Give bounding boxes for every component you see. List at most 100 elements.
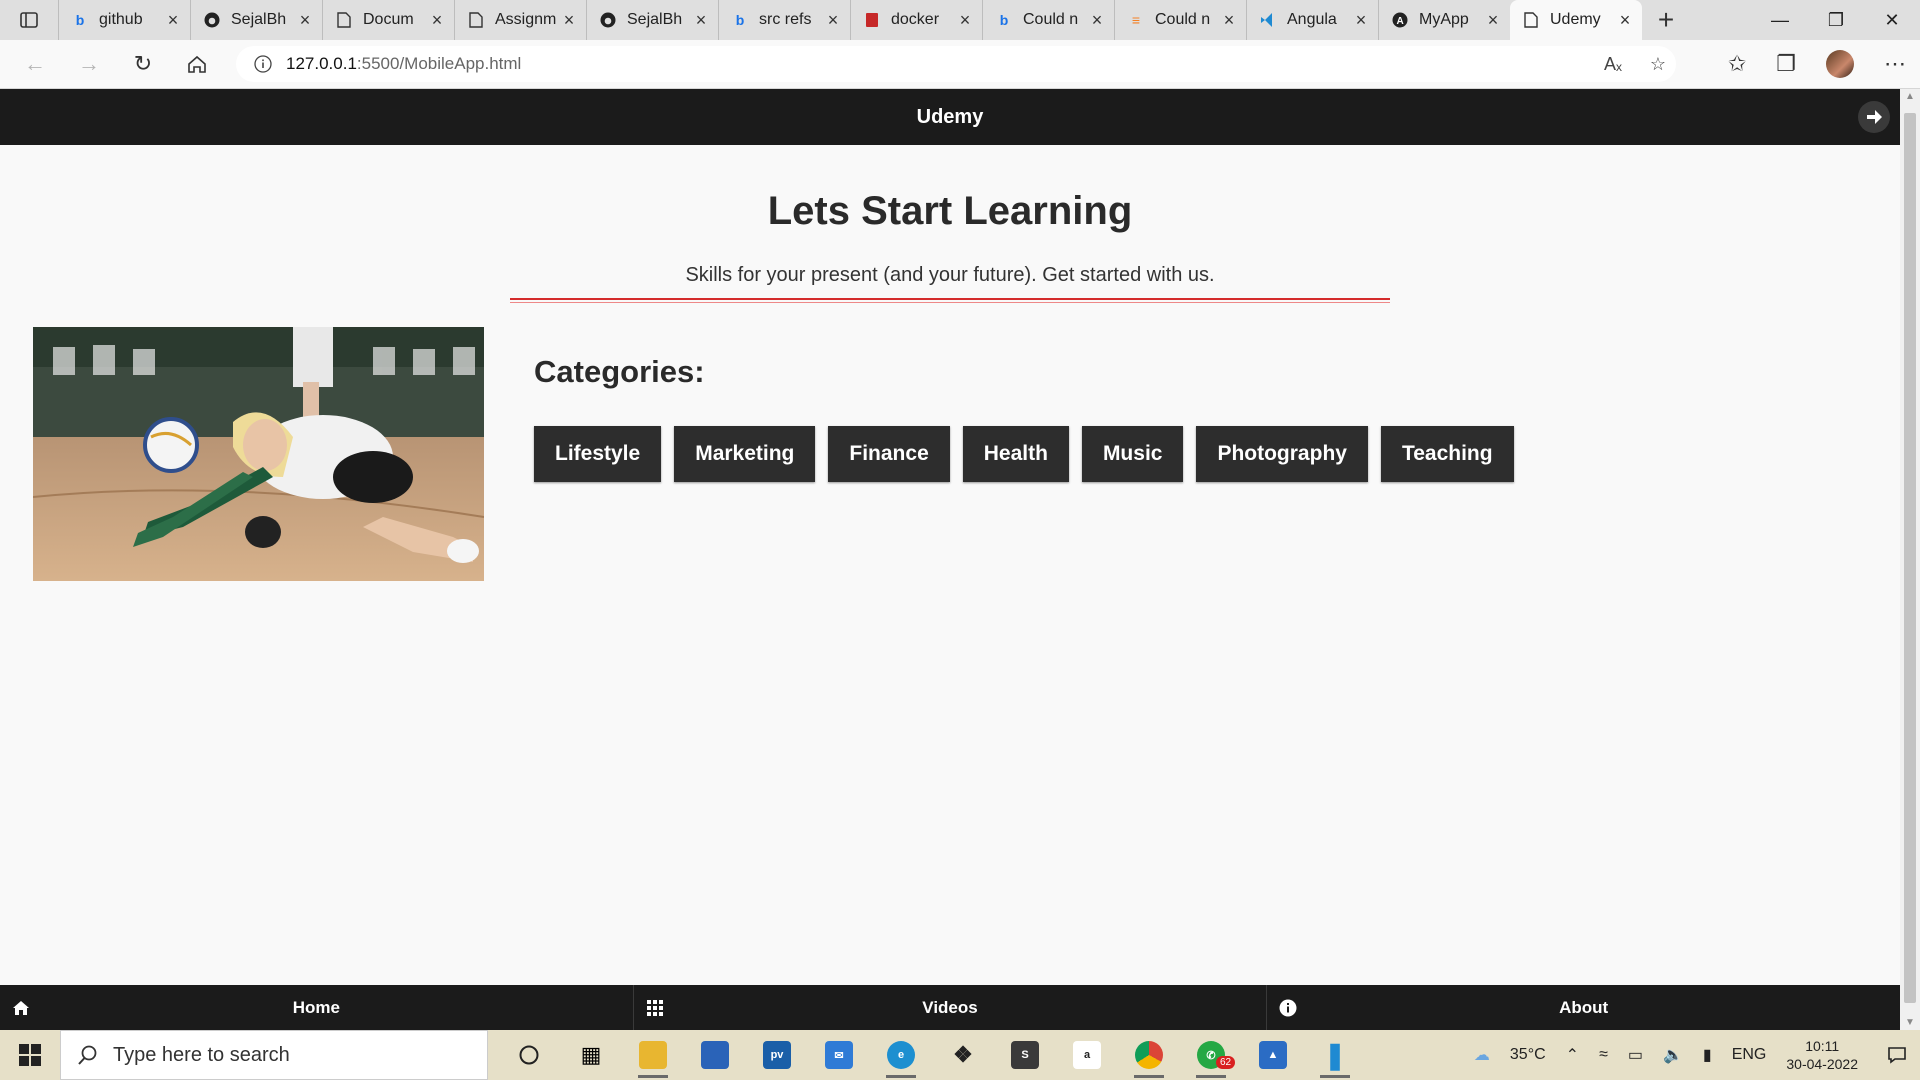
close-tab-icon[interactable]: ×	[956, 10, 974, 31]
home-icon	[10, 997, 32, 1019]
browser-tab[interactable]: b github ×	[58, 0, 190, 40]
close-tab-icon[interactable]: ×	[560, 10, 578, 31]
category-button-teaching[interactable]: Teaching	[1380, 426, 1514, 482]
taskbar-chrome[interactable]	[1118, 1030, 1180, 1080]
close-tab-icon[interactable]: ×	[1616, 10, 1634, 31]
category-button-finance[interactable]: Finance	[828, 426, 950, 482]
add-favorite-icon[interactable]: ☆	[1650, 54, 1666, 75]
taskbar-edge[interactable]: e	[870, 1030, 932, 1080]
favorites-icon[interactable]: ✩	[1728, 51, 1746, 77]
restore-icon[interactable]: ❐	[1808, 0, 1864, 40]
taskbar-whatsapp[interactable]: ✆ 62	[1180, 1030, 1242, 1080]
scroll-thumb[interactable]	[1904, 113, 1916, 1003]
tab-actions-button[interactable]	[0, 0, 58, 40]
battery-icon[interactable]: ▮	[1703, 1045, 1712, 1065]
logout-button[interactable]	[1858, 101, 1890, 133]
more-menu-icon[interactable]: ⋯	[1884, 51, 1906, 77]
url-path: :5500/MobileApp.html	[356, 54, 522, 73]
start-button[interactable]	[0, 1030, 60, 1080]
clock[interactable]: 10:11 30-04-2022	[1786, 1037, 1858, 1073]
taskbar-store[interactable]	[684, 1030, 746, 1080]
taskbar-dropbox[interactable]: ❖	[932, 1030, 994, 1080]
refresh-button[interactable]: ↻	[116, 40, 170, 88]
cortana-icon	[519, 1045, 539, 1065]
category-button-photography[interactable]: Photography	[1196, 426, 1368, 482]
nav-home-label: Home	[292, 997, 340, 1017]
nav-videos[interactable]: Videos	[634, 985, 1268, 1030]
taskbar-mail[interactable]: ✉	[808, 1030, 870, 1080]
page-scrollbar[interactable]: ▲ ▼	[1900, 89, 1920, 1030]
arrow-right-icon	[1867, 110, 1882, 124]
close-tab-icon[interactable]: ×	[824, 10, 842, 31]
close-tab-icon[interactable]: ×	[1484, 10, 1502, 31]
github-icon	[203, 11, 221, 29]
notification-center-button[interactable]	[1874, 1045, 1920, 1065]
home-button[interactable]	[170, 40, 224, 88]
profile-avatar[interactable]	[1826, 50, 1854, 78]
device-icon[interactable]: ▭	[1628, 1045, 1643, 1065]
browser-tab[interactable]: SejalBh ×	[190, 0, 322, 40]
address-bar[interactable]: 127.0.0.1:5500/MobileApp.html Aₓ ☆	[236, 46, 1676, 82]
nav-videos-label: Videos	[922, 997, 978, 1017]
browser-tab[interactable]: b src refs ×	[718, 0, 850, 40]
pdf-icon	[863, 11, 881, 29]
browser-tab[interactable]: SejalBh ×	[586, 0, 718, 40]
volume-icon[interactable]: 🔈	[1663, 1045, 1683, 1065]
windows-icon	[19, 1044, 41, 1066]
browser-tab[interactable]: Angula ×	[1246, 0, 1378, 40]
taskbar-vscode[interactable]: ❚	[1304, 1030, 1366, 1080]
search-icon	[78, 1045, 97, 1065]
weather-icon[interactable]: ☁	[1474, 1045, 1490, 1065]
close-tab-icon[interactable]: ×	[692, 10, 710, 31]
category-button-music[interactable]: Music	[1081, 426, 1184, 482]
system-tray: ☁ 35°C ⌃ ≈ ▭ 🔈 ▮ ENG 10:11 30-04-2022	[1464, 1030, 1920, 1080]
tray-overflow-icon[interactable]: ⌃	[1566, 1045, 1579, 1065]
document-icon	[335, 11, 353, 29]
bing-icon: b	[75, 12, 85, 28]
close-tab-icon[interactable]: ×	[1088, 10, 1106, 31]
close-tab-icon[interactable]: ×	[164, 10, 182, 31]
close-tab-icon[interactable]: ×	[1220, 10, 1238, 31]
taskbar-sublime[interactable]: S	[994, 1030, 1056, 1080]
minimize-icon[interactable]: —	[1752, 0, 1808, 40]
browser-tab[interactable]: ≡ Could n ×	[1114, 0, 1246, 40]
browser-tab[interactable]: b Could n ×	[982, 0, 1114, 40]
close-tab-icon[interactable]: ×	[296, 10, 314, 31]
collections-icon[interactable]: ❐	[1776, 51, 1796, 77]
browser-tab-active[interactable]: Udemy ×	[1510, 0, 1642, 40]
taskbar-amazon[interactable]: a	[1056, 1030, 1118, 1080]
scroll-up-icon[interactable]: ▲	[1900, 91, 1920, 102]
category-button-marketing[interactable]: Marketing	[674, 426, 816, 482]
scroll-down-icon[interactable]: ▼	[1900, 1017, 1920, 1028]
hero-divider	[510, 298, 1390, 303]
close-tab-icon[interactable]: ×	[1352, 10, 1370, 31]
taskbar-photos[interactable]: ▲	[1242, 1030, 1304, 1080]
taskbar-prime-video[interactable]: pv	[746, 1030, 808, 1080]
cortana-button[interactable]	[498, 1030, 560, 1080]
info-icon	[1277, 997, 1299, 1019]
close-tab-icon[interactable]: ×	[428, 10, 446, 31]
task-view-button[interactable]: ▦	[560, 1030, 622, 1080]
clock-time: 10:11	[1805, 1038, 1840, 1054]
category-button-lifestyle[interactable]: Lifestyle	[534, 426, 662, 482]
edge-icon: e	[887, 1041, 915, 1069]
back-button[interactable]: ←	[8, 40, 62, 88]
new-tab-button[interactable]: +	[1642, 4, 1690, 36]
read-aloud-icon[interactable]: Aₓ	[1604, 54, 1622, 75]
forward-button[interactable]: →	[62, 40, 116, 88]
weather-temperature[interactable]: 35°C	[1510, 1046, 1546, 1064]
window-close-icon[interactable]: ✕	[1864, 0, 1920, 40]
nav-about[interactable]: About	[1267, 985, 1900, 1030]
browser-tab[interactable]: Assignm ×	[454, 0, 586, 40]
taskbar-search[interactable]: Type here to search	[60, 1030, 488, 1080]
browser-tab[interactable]: A MyApp ×	[1378, 0, 1510, 40]
wifi-icon[interactable]: ≈	[1599, 1046, 1608, 1064]
category-button-health[interactable]: Health	[962, 426, 1069, 482]
taskbar-file-explorer[interactable]	[622, 1030, 684, 1080]
browser-tab[interactable]: Docum ×	[322, 0, 454, 40]
nav-home[interactable]: Home	[0, 985, 634, 1030]
site-info-icon[interactable]	[250, 51, 276, 77]
chrome-icon	[1135, 1041, 1163, 1069]
browser-tab[interactable]: docker ×	[850, 0, 982, 40]
language-indicator[interactable]: ENG	[1732, 1046, 1767, 1064]
